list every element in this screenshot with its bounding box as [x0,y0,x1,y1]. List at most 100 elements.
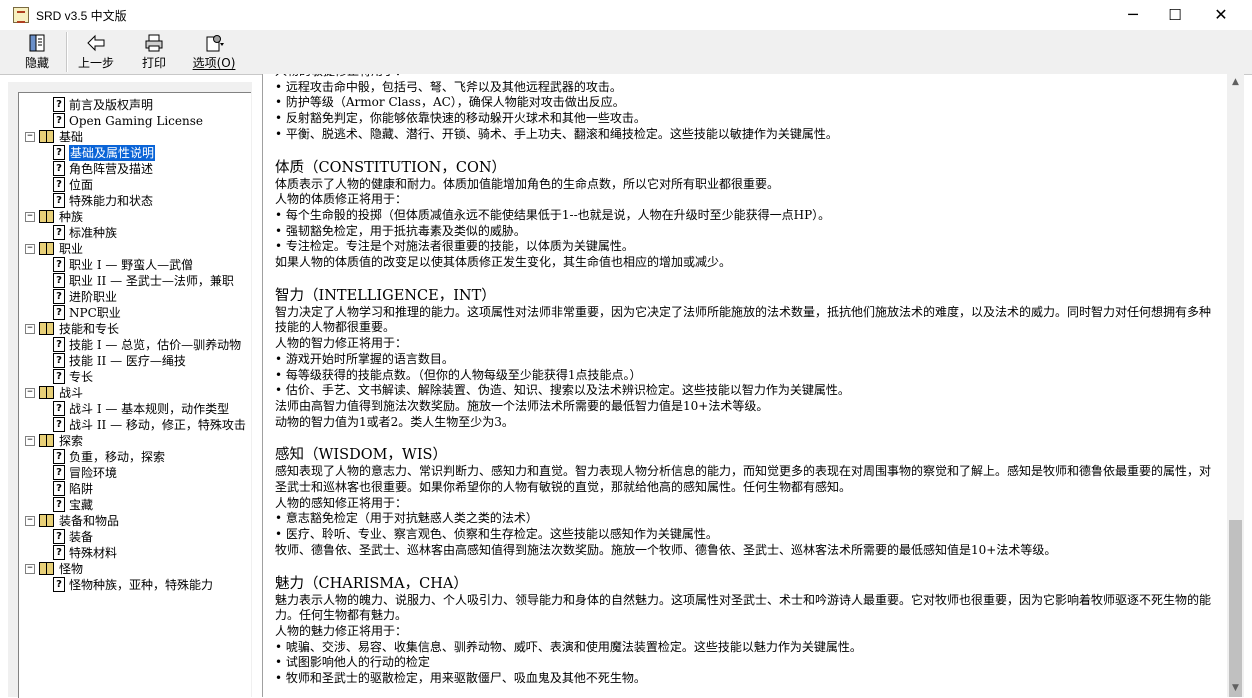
help-topic-icon: ? [53,481,65,496]
collapse-toggle[interactable]: − [25,132,35,142]
tree-label: 技能 I — 总览，估价—驯养动物 [69,338,242,352]
tree-label: 战斗 II — 移动，修正，特殊攻击 [69,418,246,432]
tree-topic[interactable]: ? 前言及版权声明 [19,97,251,113]
collapse-toggle[interactable]: − [25,436,35,446]
tree-topic[interactable]: ? 进阶职业 [19,289,251,305]
tree-topic[interactable]: ? 负重，移动，探索 [19,449,251,465]
hide-button[interactable]: 隐藏 [18,32,56,72]
toolbar: 隐藏 上一步 打印 选项(O) [0,30,1252,75]
paragraph: 魅力表示人物的魄力、说服力、个人吸引力、领导能力和身体的自然魅力。这项属性对圣武… [275,592,1212,623]
tree-topic[interactable]: ? 战斗 I — 基本规则，动作类型 [19,401,251,417]
help-topic-icon: ? [53,465,65,480]
tree-topic[interactable]: ? Open Gaming License [19,113,251,129]
paragraph: • 防护等级（Armor Class，AC），确保人物能对攻击做出反应。 [275,95,625,110]
paragraph: 牧师、德鲁依、圣武士、巡林客由高感知值得到施法次数奖励。施放一个牧师、德鲁依、圣… [275,542,1057,557]
paragraph: 如果人物的体质值的改变足以使其体质修正发生变化，其生命值也相应的增加或减少。 [275,255,732,270]
help-topic-icon: ? [53,529,65,544]
paragraph: • 意志豁免检定（用于对抗魅惑人类之类的法术） [275,511,538,526]
tree-topic[interactable]: ? 职业 II — 圣武士—法师，兼职 [19,273,251,289]
help-topic-icon: ? [53,257,65,272]
paragraph: • 远程攻击命中骰，包括弓、弩、飞斧以及其他远程武器的攻击。 [275,79,622,94]
tree-topic[interactable]: ? 宝藏 [19,497,251,513]
article-body: 人物的敏捷修正将用于：• 远程攻击命中骰，包括弓、弩、飞斧以及其他远程武器的攻击… [275,74,1215,687]
tree-folder[interactable]: − 种族 [19,209,251,225]
book-icon [39,322,54,335]
tree-topic[interactable]: ? 标准种族 [19,225,251,241]
tree-folder[interactable]: − 怪物 [19,561,251,577]
vertical-scrollbar[interactable]: ▲ ▼ [1227,74,1244,697]
tree-folder[interactable]: − 装备和物品 [19,513,251,529]
scroll-up-arrow[interactable]: ▲ [1227,74,1244,91]
tree-label: 角色阵营及描述 [69,162,154,176]
back-label: 上一步 [77,56,114,70]
tree-label: 装备和物品 [59,514,120,528]
tree-topic[interactable]: ? 技能 I — 总览，估价—驯养动物 [19,337,251,353]
help-topic-icon: ? [53,577,65,592]
tree-topic[interactable]: ? 特殊能力和状态 [19,193,251,209]
collapse-toggle[interactable]: − [25,564,35,574]
print-button[interactable]: 打印 [138,32,170,72]
tree-topic[interactable]: ? 角色阵营及描述 [19,161,251,177]
tree-topic[interactable]: ? 怪物种族，亚种，特殊能力 [19,577,251,593]
tree-label: 战斗 I — 基本规则，动作类型 [69,402,230,416]
tree-folder[interactable]: − 职业 [19,241,251,257]
content-pane[interactable]: 人物的敏捷修正将用于：• 远程攻击命中骰，包括弓、弩、飞斧以及其他远程武器的攻击… [262,74,1228,697]
title-bar: SRD v3.5 中文版 ─ ☐ ✕ [0,0,1252,31]
scroll-down-arrow[interactable]: ▼ [1227,680,1244,697]
paragraph: • 反射豁免判定，你能够依靠快速的移动躲开火球术和其他一些攻击。 [275,111,646,126]
collapse-toggle[interactable]: − [25,244,35,254]
tree-topic[interactable]: ? 特殊材料 [19,545,251,561]
back-button[interactable]: 上一步 [76,32,116,72]
book-icon [39,242,54,255]
help-topic-icon: ? [53,337,65,352]
collapse-toggle[interactable]: − [25,212,35,222]
options-button[interactable]: 选项(O) [190,32,238,72]
tree-topic[interactable]: ? 基础及属性说明 [19,145,251,161]
paragraph: • 专注检定。专注是个对施法者很重要的技能，以体质为关键属性。 [275,239,634,254]
tree-topic[interactable]: ? NPC职业 [19,305,251,321]
tree-label-selected: 基础及属性说明 [69,145,156,161]
section-heading: 魅力（CHARISMA，CHA） [275,575,468,592]
tree-topic[interactable]: ? 技能 II — 医疗—绳技 [19,353,251,369]
scrollbar-thumb[interactable] [1229,520,1242,697]
collapse-toggle[interactable]: − [25,516,35,526]
tree-label: 特殊材料 [69,546,118,560]
tree-topic[interactable]: ? 陷阱 [19,481,251,497]
tree-label: 探索 [59,434,84,448]
paragraph: • 平衡、脱逃术、隐藏、潜行、开锁、骑术、手上功夫、翻滚和绳技检定。这些技能以敏… [275,126,838,141]
tree-topic[interactable]: ? 位面 [19,177,251,193]
paragraph: 人物的感知修正将用于： [275,495,408,510]
paragraph: • 每个生命骰的投掷（但体质减值永远不能使结果低于1--也就是说，人物在升级时至… [275,207,831,222]
book-icon [39,210,54,223]
tree-folder[interactable]: − 技能和专长 [19,321,251,337]
minimize-button[interactable]: ─ [1110,0,1156,30]
collapse-toggle[interactable]: − [25,388,35,398]
paragraph: • 游戏开始时所掌握的语言数目。 [275,351,454,366]
tree-label: 战斗 [59,386,84,400]
tree-topic[interactable]: ? 装备 [19,529,251,545]
help-topic-icon: ? [53,225,65,240]
section-heading: 感知（WISDOM，WIS） [275,447,447,464]
help-topic-icon: ? [53,545,65,560]
tree-folder[interactable]: − 探索 [19,433,251,449]
tree-label: 标准种族 [69,226,118,240]
maximize-button[interactable]: ☐ [1152,0,1198,30]
app-icon [13,7,29,23]
help-topic-icon: ? [53,145,65,160]
tree-topic[interactable]: ? 专长 [19,369,251,385]
tree-label: 技能 II — 医疗—绳技 [69,354,186,368]
paragraph: • 唬骗、交涉、易容、收集信息、驯养动物、威吓、表演和使用魔法装置检定。这些技能… [275,639,862,654]
options-icon [206,35,224,52]
close-button[interactable]: ✕ [1198,0,1244,30]
tree-folder[interactable]: − 战斗 [19,385,251,401]
tree-topic[interactable]: ? 冒险环境 [19,465,251,481]
collapse-toggle[interactable]: − [25,324,35,334]
tree-folder[interactable]: − 基础 [19,129,251,145]
contents-tree[interactable]: ? 前言及版权声明? Open Gaming License − 基础? 基础及属性说明?… [18,92,251,698]
tree-topic[interactable]: ? 战斗 II — 移动，修正，特殊攻击 [19,417,251,433]
paragraph: 法师由高智力值得到施法次数奖励。施放一个法师法术所需要的最低智力值是10+法术等… [275,398,769,413]
tree-topic[interactable]: ? 职业 I — 野蛮人—武僧 [19,257,251,273]
